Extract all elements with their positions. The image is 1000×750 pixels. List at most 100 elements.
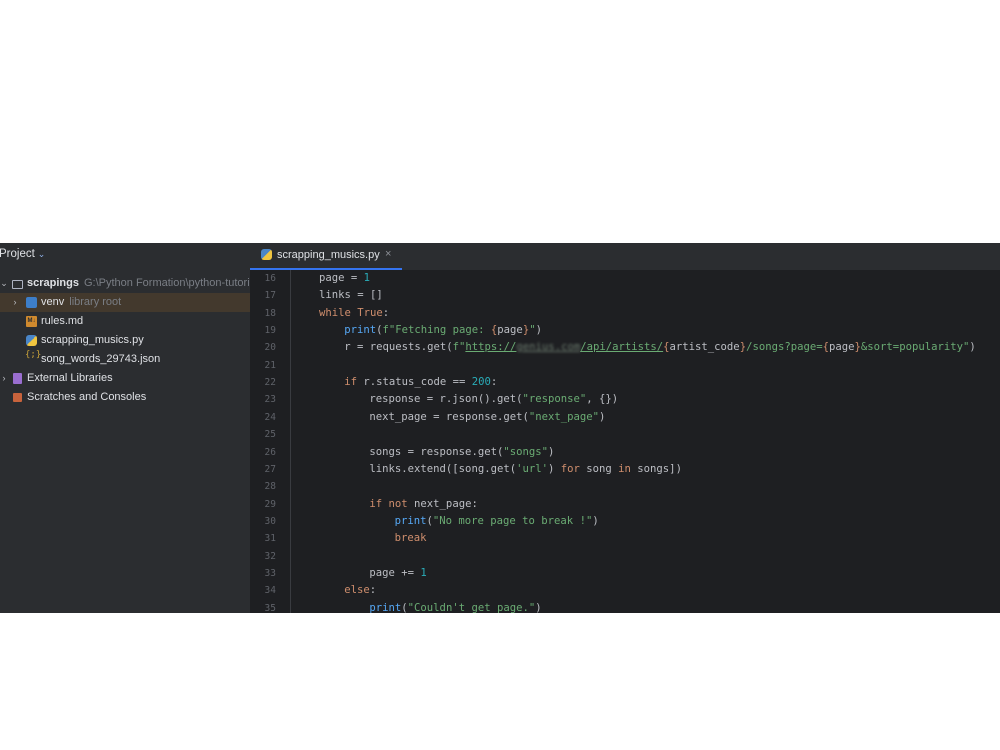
- code-token: if not: [369, 497, 415, 510]
- code-text: page = 1: [319, 270, 370, 287]
- code-token: in: [618, 462, 638, 475]
- project-title[interactable]: Project ⌄: [0, 248, 45, 260]
- tree-item-rules-md[interactable]: M↓ rules.md: [0, 312, 250, 331]
- code-text: next_page = response.get("next_page"): [369, 409, 605, 426]
- code-text: page += 1: [369, 565, 426, 582]
- code-token: songs = response.get(: [369, 445, 504, 458]
- code-token: for: [560, 462, 587, 475]
- tree-item-song-words-json[interactable]: {;} song_words_29743.json: [0, 350, 250, 369]
- tree-item-scratches[interactable]: Scratches and Consoles: [0, 388, 250, 407]
- code-token: print: [344, 324, 377, 337]
- code-line[interactable]: 28: [250, 478, 1000, 495]
- code-line[interactable]: 22 if r.status_code == 200:: [250, 374, 1000, 391]
- library-icon: [13, 373, 22, 384]
- editor-tab-bar: scrapping_musics.py ×: [250, 243, 1000, 271]
- code-token: print: [369, 601, 402, 613]
- line-number: 26: [264, 446, 276, 458]
- code-line[interactable]: 24 next_page = response.get("next_page"): [250, 409, 1000, 426]
- code-token: song: [586, 462, 619, 475]
- code-line[interactable]: 17 links = []: [250, 287, 1000, 304]
- tree-item-venv[interactable]: › venv library root: [0, 293, 250, 312]
- chevron-right-icon[interactable]: ›: [10, 293, 20, 312]
- code-token: page =: [319, 272, 364, 284]
- code-line[interactable]: 20 r = requests.get(f"https://genius.com/…: [250, 339, 1000, 356]
- code-token: r.status_code ==: [363, 376, 472, 389]
- project-title-label: Project: [0, 248, 35, 260]
- line-number: 22: [264, 377, 276, 389]
- code-token: links.extend([song.get(: [369, 462, 517, 475]
- line-number: 34: [264, 585, 276, 597]
- code-text: songs = response.get("songs"): [369, 444, 554, 461]
- code-text: r = requests.get(f"https://genius.com/ap…: [344, 339, 976, 356]
- code-line[interactable]: 19 print(f"Fetching page: {page}"): [250, 322, 1000, 339]
- code-line[interactable]: 25: [250, 426, 1000, 443]
- code-area[interactable]: 16 page = 1 17 links = [] 18 while True: 19 pri…: [250, 270, 1000, 613]
- code-token: response = r.json().get(: [369, 393, 523, 406]
- tab-scrapping-musics[interactable]: scrapping_musics.py ×: [250, 243, 402, 270]
- folder-icon: [12, 280, 23, 289]
- tree-item-label: External Libraries: [27, 372, 113, 384]
- scratches-icon: [13, 393, 22, 402]
- code-token: ): [969, 341, 976, 354]
- close-icon[interactable]: ×: [385, 248, 391, 260]
- code-token: "next_page": [528, 410, 600, 423]
- code-token: &sort=popularity": [860, 341, 970, 354]
- code-line[interactable]: 18 while True:: [250, 305, 1000, 322]
- python-file-icon: [261, 249, 272, 260]
- code-token: "Couldn't get page.": [407, 601, 536, 613]
- project-header[interactable]: Project ⌄: [0, 243, 250, 265]
- code-line[interactable]: 23 response = r.json().get("response", {}…: [250, 391, 1000, 408]
- code-token: page: [497, 324, 523, 337]
- library-root-hint: library root: [69, 296, 122, 308]
- line-number: 20: [264, 342, 276, 354]
- chevron-right-icon[interactable]: ›: [0, 369, 9, 388]
- line-number: 18: [264, 307, 276, 319]
- code-text: while True:: [319, 305, 389, 322]
- code-token: break: [394, 532, 427, 545]
- code-token: print: [394, 514, 427, 527]
- code-token: :: [490, 376, 498, 389]
- line-number: 19: [264, 325, 276, 337]
- line-number: 35: [264, 602, 276, 613]
- code-line[interactable]: 34 else:: [250, 582, 1000, 599]
- line-number: 28: [264, 481, 276, 493]
- code-line[interactable]: 30 print("No more page to break !"): [250, 513, 1000, 530]
- tab-label: scrapping_musics.py: [277, 249, 380, 261]
- code-token: links = []: [319, 289, 383, 302]
- code-token: if: [344, 376, 364, 389]
- code-line[interactable]: 27 links.extend([song.get('url') for song…: [250, 461, 1000, 478]
- code-text: print("Couldn't get page."): [369, 600, 541, 613]
- code-token: ): [535, 324, 542, 337]
- code-line[interactable]: 35 print("Couldn't get page."): [250, 600, 1000, 613]
- line-number: 24: [264, 411, 276, 423]
- code-token: /api/artists/: [580, 341, 664, 354]
- tree-item-scrapings[interactable]: ⌄ scrapings G:\Python Formation\python-tu…: [0, 274, 250, 293]
- code-token: ): [592, 514, 599, 527]
- project-panel: Project ⌄ ⌄ scrapings G:\Python Formation\…: [0, 243, 250, 613]
- code-line[interactable]: 21: [250, 357, 1000, 374]
- code-token: genius.com: [516, 341, 581, 354]
- code-token: f": [452, 341, 466, 354]
- code-token: page: [829, 341, 855, 354]
- chevron-down-icon[interactable]: ⌄: [38, 249, 46, 259]
- line-number: 23: [264, 394, 276, 406]
- code-line[interactable]: 32: [250, 548, 1000, 565]
- code-line[interactable]: 26 songs = response.get("songs"): [250, 444, 1000, 461]
- code-line[interactable]: 16 page = 1: [250, 270, 1000, 287]
- code-line[interactable]: 33 page += 1: [250, 565, 1000, 582]
- tree-item-external-libraries[interactable]: › External Libraries: [0, 369, 250, 388]
- code-token: /songs?page=: [746, 341, 823, 354]
- code-token: else: [344, 584, 370, 597]
- code-token: https://: [465, 341, 517, 354]
- code-token: True: [357, 306, 383, 319]
- venv-folder-icon: [26, 297, 37, 308]
- code-line[interactable]: 29 if not next_page:: [250, 496, 1000, 513]
- code-line[interactable]: 31 break: [250, 530, 1000, 547]
- tree-item-scrapping-musics[interactable]: scrapping_musics.py: [0, 331, 250, 350]
- code-token: ): [547, 445, 555, 458]
- code-editor: scrapping_musics.py × 16 page = 1 17 links …: [250, 243, 1000, 613]
- code-text: break: [395, 530, 427, 547]
- line-number: 31: [264, 533, 276, 545]
- chevron-down-icon[interactable]: ⌄: [0, 274, 9, 293]
- code-token: r = requests.get(: [344, 341, 453, 354]
